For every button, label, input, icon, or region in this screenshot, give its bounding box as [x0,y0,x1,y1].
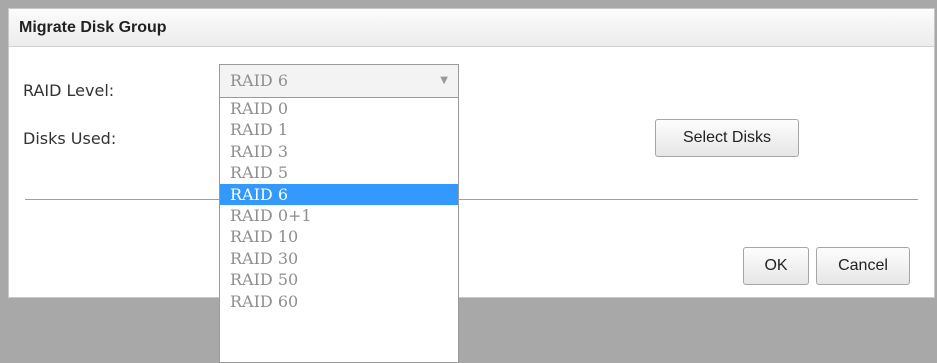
chevron-down-icon[interactable]: ▼ [440,65,448,97]
disks-used-label: Disks Used: [23,129,117,148]
ok-button[interactable]: OK [743,247,809,285]
raid-level-label: RAID Level: [23,81,115,100]
raid-level-selected-value: RAID 6 [230,71,289,90]
raid-option[interactable]: RAID 5 [220,162,458,183]
raid-option[interactable]: RAID 10 [220,226,458,247]
cancel-button[interactable]: Cancel [816,247,910,285]
raid-option[interactable]: RAID 30 [220,248,458,269]
raid-option[interactable]: RAID 0 [220,98,458,119]
raid-level-select[interactable]: RAID 6 ▼ [219,64,459,98]
select-disks-button[interactable]: Select Disks [655,119,799,157]
raid-option-selected[interactable]: RAID 6 [220,183,458,205]
raid-option[interactable]: RAID 1 [220,119,458,140]
raid-option[interactable]: RAID 3 [220,141,458,162]
raid-option[interactable]: RAID 50 [220,269,458,290]
raid-option[interactable]: RAID 0+1 [220,205,458,226]
dialog-title: Migrate Disk Group [9,9,934,47]
migrate-disk-group-dialog: Migrate Disk Group RAID Level: Disks Use… [8,8,935,298]
dialog-divider [25,199,918,200]
raid-level-dropdown-list[interactable]: RAID 0 RAID 1 RAID 3 RAID 5 RAID 6 RAID … [219,98,459,363]
raid-option[interactable]: RAID 60 [220,291,458,312]
